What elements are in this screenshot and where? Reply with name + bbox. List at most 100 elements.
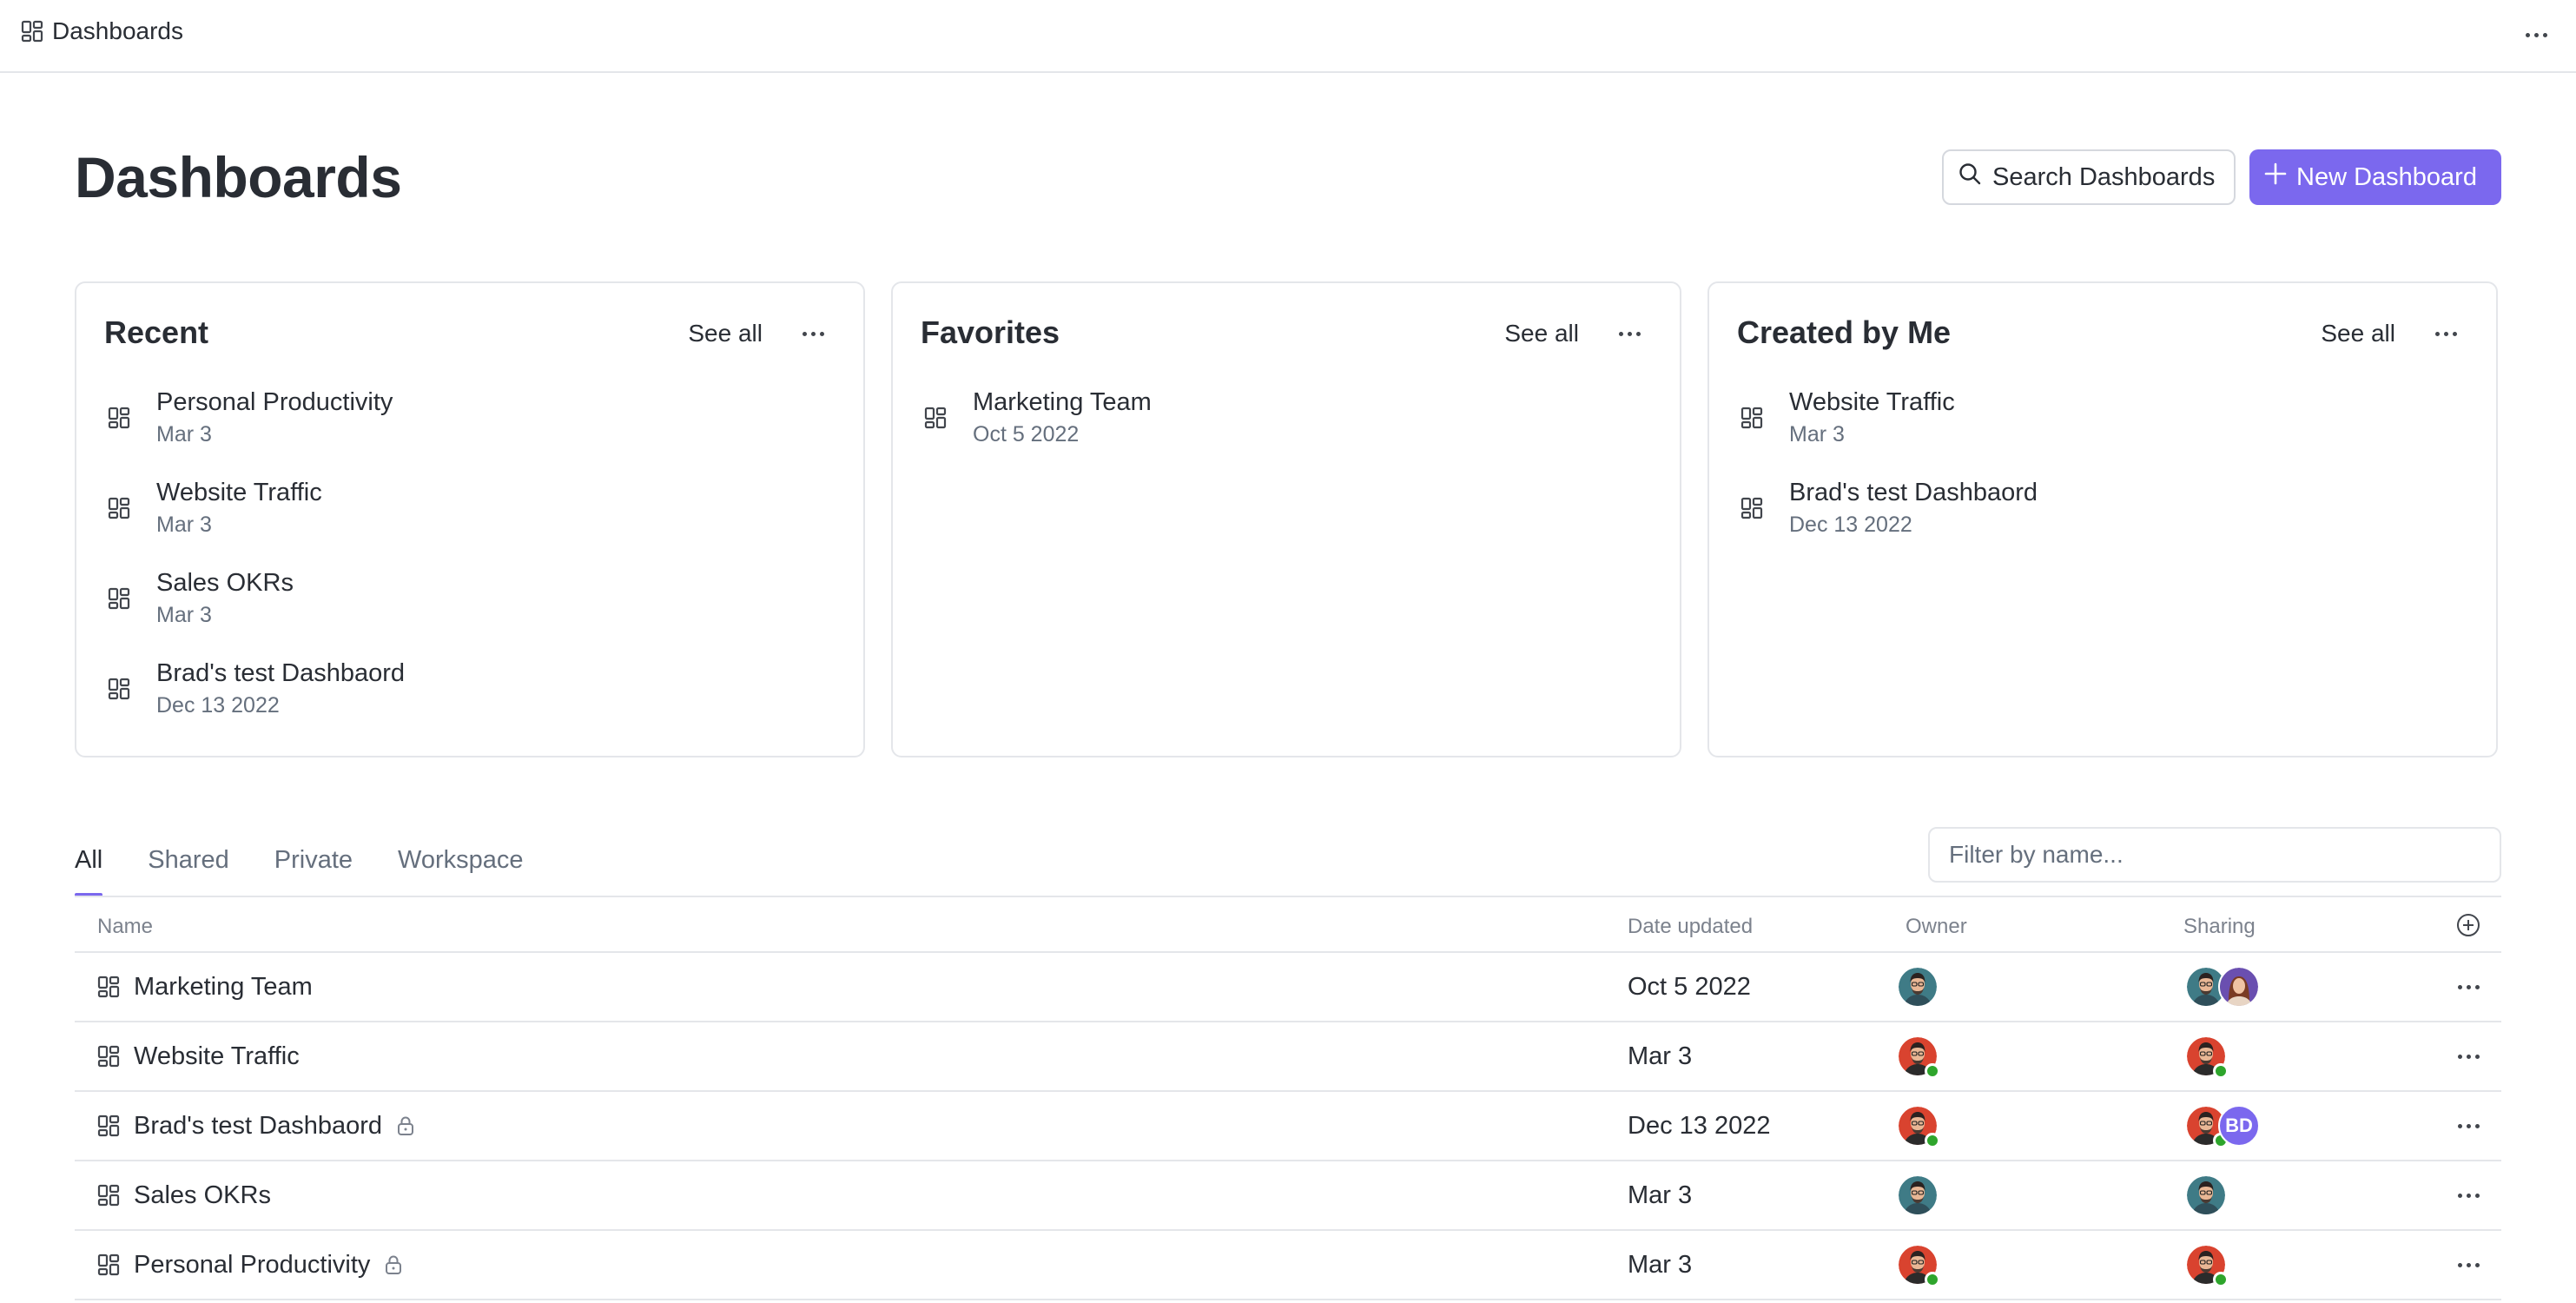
card-list-item[interactable]: Personal Productivity Mar 3 — [108, 386, 837, 476]
dashboard-icon — [97, 976, 120, 998]
card-list-item[interactable]: Website Traffic Mar 3 — [108, 476, 837, 566]
dashboard-date: Dec 13 2022 — [156, 693, 280, 718]
new-dashboard-label: New Dashboard — [2296, 162, 2477, 191]
row-options-button[interactable] — [2449, 1092, 2487, 1160]
dashboard-icon — [1740, 497, 1763, 519]
more-icon — [802, 331, 824, 336]
date-updated-cell: Mar 3 — [1628, 1042, 1693, 1070]
dashboard-name: Brad's test Dashbaord — [156, 659, 406, 687]
avatar — [2185, 1174, 2227, 1216]
card-list-item[interactable]: Sales OKRs Mar 3 — [108, 566, 837, 657]
column-header-date-updated[interactable]: Date updated — [1628, 915, 1753, 939]
filter-by-name-input[interactable] — [1928, 827, 2501, 883]
date-updated-cell: Oct 5 2022 — [1628, 972, 1751, 1001]
tab-shared[interactable]: Shared — [148, 834, 229, 896]
dashboard-date: Oct 5 2022 — [973, 422, 1080, 446]
owner-cell[interactable] — [1897, 953, 1939, 1021]
avatar — [1897, 1174, 1939, 1216]
dashboard-icon — [108, 407, 130, 429]
online-status-indicator — [1925, 1063, 1940, 1079]
lock-icon — [396, 1115, 415, 1136]
dashboard-name: Sales OKRs — [156, 569, 294, 597]
see-all-link[interactable]: See all — [1504, 320, 1579, 347]
name-cell: Brad's test Dashbaord — [97, 1092, 415, 1160]
see-all-link[interactable]: See all — [688, 320, 763, 347]
dashboard-date: Mar 3 — [156, 422, 212, 446]
name-cell: Website Traffic — [97, 1022, 300, 1090]
column-header-owner[interactable]: Owner — [1906, 915, 1967, 939]
sharing-cell[interactable] — [2185, 1161, 2227, 1229]
name-cell: Marketing Team — [97, 953, 313, 1021]
more-icon — [1618, 331, 1641, 336]
plus-icon — [2263, 162, 2288, 193]
column-header-sharing[interactable]: Sharing — [2183, 915, 2256, 939]
dashboard-name: Marketing Team — [973, 388, 1152, 416]
card-title: Recent — [104, 314, 209, 350]
card-title: Favorites — [921, 314, 1060, 350]
row-options-button[interactable] — [2449, 1231, 2487, 1299]
tab-all[interactable]: All — [75, 834, 103, 896]
more-icon — [2525, 32, 2547, 37]
new-dashboard-button[interactable]: New Dashboard — [2249, 149, 2501, 205]
date-updated-cell: Dec 13 2022 — [1628, 1111, 1771, 1140]
card-list-item[interactable]: Marketing Team Oct 5 2022 — [924, 386, 1654, 476]
card-list-item[interactable]: Brad's test Dashbaord Dec 13 2022 — [108, 657, 837, 747]
table-header: Name Date updated Owner Sharing — [75, 896, 2501, 953]
sharing-cell[interactable] — [2185, 953, 2260, 1021]
add-column-icon[interactable] — [2454, 911, 2482, 945]
owner-cell[interactable] — [1897, 1092, 1940, 1160]
dashboard-date: Mar 3 — [156, 603, 212, 627]
top-bar: Dashboards — [0, 0, 2576, 73]
column-header-name[interactable]: Name — [97, 915, 153, 939]
row-options-button[interactable] — [2449, 1161, 2487, 1229]
owner-cell[interactable] — [1897, 1161, 1939, 1229]
card-favorites: Favorites See all Marketing Team Oct 5 2022 — [891, 281, 1681, 757]
sharing-cell[interactable] — [2185, 1022, 2229, 1090]
avatar — [2185, 1035, 2229, 1079]
dashboard-icon — [108, 497, 130, 519]
online-status-indicator — [2213, 1272, 2229, 1287]
search-dashboards-label: Search Dashboards — [1992, 162, 2216, 191]
card-options-button[interactable] — [2428, 320, 2463, 347]
avatar — [1897, 1244, 1940, 1287]
card-created-by-me: Created by Me See all Website Traffic Mar 3… — [1707, 281, 2498, 757]
page-title: Dashboards — [75, 145, 402, 209]
table-row[interactable]: Website Traffic Mar 3 — [75, 1022, 2501, 1092]
page-options-button[interactable] — [2517, 16, 2555, 54]
name-cell: Sales OKRs — [97, 1161, 271, 1229]
card-options-button[interactable] — [796, 320, 830, 347]
row-options-button[interactable] — [2449, 953, 2487, 1021]
tab-bar: All Shared Private Workspace — [75, 834, 569, 896]
dashboard-icon — [97, 1045, 120, 1068]
sharing-cell[interactable] — [2185, 1231, 2229, 1299]
owner-cell[interactable] — [1897, 1022, 1940, 1090]
owner-cell[interactable] — [1897, 1231, 1940, 1299]
table-row[interactable]: Marketing Team Oct 5 2022 — [75, 953, 2501, 1022]
search-dashboards-button[interactable]: Search Dashboards — [1942, 149, 2236, 205]
dashboard-name: Website Traffic — [134, 1042, 300, 1070]
avatar — [2185, 1244, 2229, 1287]
table-row[interactable]: Personal Productivity Mar 3 — [75, 1231, 2501, 1300]
card-list-item[interactable]: Brad's test Dashbaord Dec 13 2022 — [1740, 476, 2470, 566]
online-status-indicator — [1925, 1133, 1940, 1148]
avatar — [1897, 1035, 1940, 1079]
dashboards-table: Name Date updated Owner Sharing Marketin… — [75, 896, 2501, 1300]
card-options-button[interactable] — [1612, 320, 1647, 347]
dashboard-name: Brad's test Dashbaord — [1789, 479, 2038, 506]
see-all-link[interactable]: See all — [2321, 320, 2395, 347]
sharing-cell[interactable]: BD — [2185, 1092, 2260, 1160]
dashboard-date: Mar 3 — [1789, 422, 1845, 446]
lock-icon — [384, 1254, 403, 1275]
table-row[interactable]: Sales OKRs Mar 3 — [75, 1161, 2501, 1231]
row-options-button[interactable] — [2449, 1022, 2487, 1090]
dashboard-icon — [108, 587, 130, 610]
online-status-indicator — [1925, 1272, 1940, 1287]
tab-workspace[interactable]: Workspace — [398, 834, 524, 896]
online-status-indicator — [2213, 1063, 2229, 1079]
tab-private[interactable]: Private — [274, 834, 353, 896]
card-list-item[interactable]: Website Traffic Mar 3 — [1740, 386, 2470, 476]
avatar — [1897, 966, 1939, 1008]
table-row[interactable]: Brad's test Dashbaord Dec 13 2022 BD — [75, 1092, 2501, 1161]
more-icon — [2457, 1193, 2480, 1198]
breadcrumb[interactable]: Dashboards — [21, 17, 183, 45]
